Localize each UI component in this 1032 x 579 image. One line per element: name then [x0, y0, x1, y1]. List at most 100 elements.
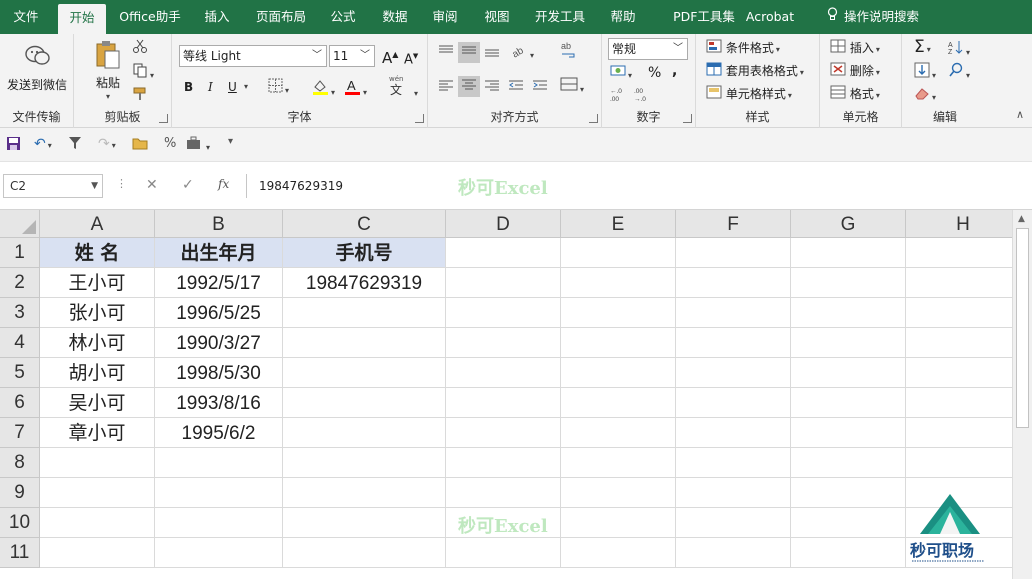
increase-decimal-icon[interactable]: ←.0.00 — [610, 86, 630, 107]
paste-button[interactable]: 粘贴 ▾ — [88, 38, 128, 101]
cell-g2[interactable] — [791, 268, 906, 298]
percent-style-button[interactable]: % — [648, 64, 661, 82]
clipboard-launcher-icon[interactable] — [159, 114, 168, 123]
cell-a5[interactable]: 胡小可 — [40, 358, 155, 388]
align-left-icon[interactable] — [438, 78, 454, 97]
formula-input[interactable]: 19847629319 — [246, 174, 1032, 198]
cell-c9[interactable] — [283, 478, 446, 508]
cell-f4[interactable] — [676, 328, 791, 358]
row-header-11[interactable]: 11 — [0, 538, 40, 568]
row-header-8[interactable]: 8 — [0, 448, 40, 478]
column-header-b[interactable]: B — [155, 210, 283, 238]
cell-e1[interactable] — [561, 238, 676, 268]
underline-button[interactable]: U — [228, 78, 237, 96]
cell-g9[interactable] — [791, 478, 906, 508]
cell-d5[interactable] — [446, 358, 561, 388]
cell-g7[interactable] — [791, 418, 906, 448]
cell-b9[interactable] — [155, 478, 283, 508]
cell-e6[interactable] — [561, 388, 676, 418]
merge-center-icon[interactable]: ▾ — [560, 76, 584, 99]
underline-dropdown-icon[interactable]: ▾ — [244, 78, 248, 96]
column-header-h[interactable]: H — [906, 210, 1012, 238]
fill-color-icon[interactable]: ▾ — [312, 78, 335, 102]
cell-c5[interactable] — [283, 358, 446, 388]
cell-b6[interactable]: 1993/8/16 — [155, 388, 283, 418]
cell-e10[interactable] — [561, 508, 676, 538]
delete-cells-button[interactable]: 删除 ▾ — [830, 62, 880, 82]
scroll-up-icon[interactable]: ▲ — [1018, 214, 1025, 224]
font-name-select[interactable]: 等线 Light ﹀ — [179, 45, 327, 67]
cell-f2[interactable] — [676, 268, 791, 298]
comma-style-button[interactable]: , — [672, 62, 677, 80]
cell-e5[interactable] — [561, 358, 676, 388]
cell-b1[interactable]: 出生年月 — [155, 238, 283, 268]
tab-insert[interactable]: 插入 — [196, 0, 238, 34]
row-header-3[interactable]: 3 — [0, 298, 40, 328]
column-header-c[interactable]: C — [283, 210, 446, 238]
cell-e2[interactable] — [561, 268, 676, 298]
cell-b5[interactable]: 1998/5/30 — [155, 358, 283, 388]
customize-toolbar-icon[interactable]: ▾ — [228, 136, 233, 147]
copy-icon[interactable]: ▾ — [132, 62, 154, 85]
cell-c3[interactable] — [283, 298, 446, 328]
cell-h1[interactable] — [906, 238, 1012, 268]
cell-c4[interactable] — [283, 328, 446, 358]
cell-e8[interactable] — [561, 448, 676, 478]
cell-f9[interactable] — [676, 478, 791, 508]
cell-b11[interactable] — [155, 538, 283, 568]
font-launcher-icon[interactable] — [415, 114, 424, 123]
font-size-select[interactable]: 11 ﹀ — [329, 45, 375, 67]
cell-a2[interactable]: 王小可 — [40, 268, 155, 298]
cell-a11[interactable] — [40, 538, 155, 568]
cell-a9[interactable] — [40, 478, 155, 508]
cell-d4[interactable] — [446, 328, 561, 358]
filter-icon[interactable] — [68, 136, 82, 154]
format-painter-icon[interactable] — [132, 86, 148, 107]
accounting-format-icon[interactable]: ▾ — [610, 64, 632, 85]
insert-function-button[interactable]: fx — [218, 177, 229, 191]
sort-filter-icon[interactable]: A Z ▾ — [948, 39, 970, 62]
italic-button[interactable]: I — [208, 78, 213, 96]
cell-f8[interactable] — [676, 448, 791, 478]
cell-a3[interactable]: 张小可 — [40, 298, 155, 328]
clear-icon[interactable]: ▾ — [914, 86, 936, 107]
cell-a4[interactable]: 林小可 — [40, 328, 155, 358]
cell-e3[interactable] — [561, 298, 676, 328]
cell-f11[interactable] — [676, 538, 791, 568]
cell-b4[interactable]: 1990/3/27 — [155, 328, 283, 358]
row-header-7[interactable]: 7 — [0, 418, 40, 448]
bold-button[interactable]: B — [184, 78, 193, 96]
cell-g3[interactable] — [791, 298, 906, 328]
scrollbar-thumb[interactable] — [1016, 228, 1029, 428]
align-bottom-icon[interactable] — [484, 44, 500, 63]
cell-g8[interactable] — [791, 448, 906, 478]
orientation-icon[interactable]: ab ▾ — [510, 42, 534, 65]
row-header-2[interactable]: 2 — [0, 268, 40, 298]
cell-d3[interactable] — [446, 298, 561, 328]
cell-h7[interactable] — [906, 418, 1012, 448]
undo-icon[interactable]: ↶ ▾ — [34, 136, 52, 152]
alignment-launcher-icon[interactable] — [589, 114, 598, 123]
format-as-table-button[interactable]: 套用表格格式 ▾ — [706, 62, 804, 82]
cell-h4[interactable] — [906, 328, 1012, 358]
cut-icon[interactable] — [132, 38, 148, 59]
cell-f6[interactable] — [676, 388, 791, 418]
cell-f10[interactable] — [676, 508, 791, 538]
cell-b2[interactable]: 1992/5/17 — [155, 268, 283, 298]
cell-g4[interactable] — [791, 328, 906, 358]
confirm-entry-icon[interactable]: ✓ — [182, 177, 194, 193]
cell-d8[interactable] — [446, 448, 561, 478]
decrease-decimal-icon[interactable]: .00 →.0 — [634, 86, 654, 107]
cell-c2[interactable]: 19847629319 — [283, 268, 446, 298]
tab-file[interactable]: 文件 — [2, 0, 50, 34]
row-header-4[interactable]: 4 — [0, 328, 40, 358]
cell-c1[interactable]: 手机号 — [283, 238, 446, 268]
fill-icon[interactable]: ▾ — [914, 62, 936, 85]
toolbox-icon[interactable]: ▾ — [186, 136, 210, 154]
cell-b8[interactable] — [155, 448, 283, 478]
cell-g11[interactable] — [791, 538, 906, 568]
send-to-wechat-button[interactable]: 发送到微信 — [4, 38, 70, 98]
tab-data[interactable]: 数据 — [374, 0, 416, 34]
cell-h2[interactable] — [906, 268, 1012, 298]
cell-h8[interactable] — [906, 448, 1012, 478]
